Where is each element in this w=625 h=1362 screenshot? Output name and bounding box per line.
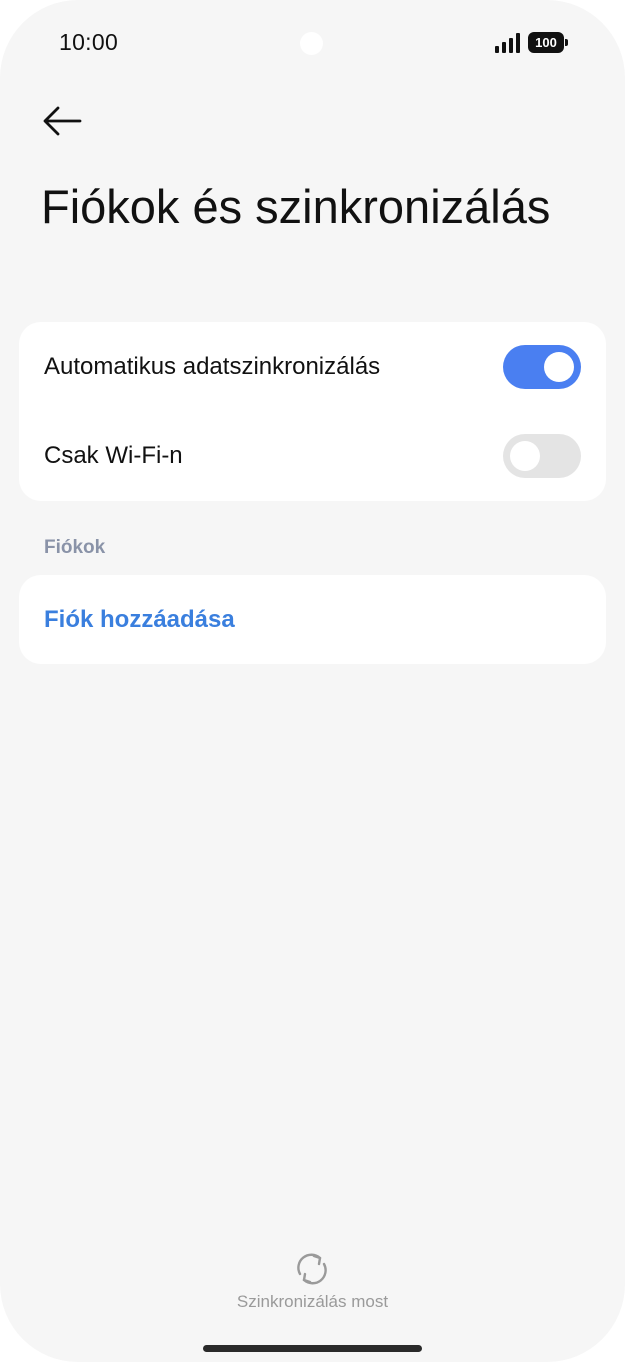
signal-icon <box>495 33 521 53</box>
phone-screen: 10:00 100 Fiókok és szinkronizálás Autom… <box>0 0 625 1362</box>
sync-icon <box>297 1253 327 1285</box>
page-title: Fiókok és szinkronizálás <box>41 180 551 233</box>
sync-now-button[interactable]: Szinkronizálás most <box>0 1246 625 1316</box>
wifi-only-toggle[interactable] <box>503 433 581 478</box>
home-indicator[interactable] <box>203 1345 422 1352</box>
add-account-label: Fiók hozzáadása <box>44 605 235 633</box>
accounts-card: Fiók hozzáadása <box>19 575 606 664</box>
add-account-button[interactable]: Fiók hozzáadása <box>19 575 606 664</box>
auto-sync-label: Automatikus adatszinkronizálás <box>44 352 381 380</box>
battery-icon: 100 <box>528 32 568 53</box>
toggle-knob <box>510 440 540 471</box>
arrow-left-icon <box>43 106 82 136</box>
wifi-only-label: Csak Wi-Fi-n <box>44 441 183 469</box>
wifi-only-row[interactable]: Csak Wi-Fi-n <box>19 411 606 500</box>
auto-sync-toggle[interactable] <box>503 344 581 389</box>
sync-now-label: Szinkronizálás most <box>236 1292 389 1311</box>
sync-settings-card: Automatikus adatszinkronizálás Csak Wi-F… <box>19 322 606 501</box>
back-button[interactable] <box>36 96 90 150</box>
accounts-section-header: Fiókok <box>44 537 106 558</box>
auto-sync-row[interactable]: Automatikus adatszinkronizálás <box>19 322 606 411</box>
camera-cutout <box>300 32 323 55</box>
toggle-knob <box>544 351 574 382</box>
status-time: 10:00 <box>59 29 119 55</box>
